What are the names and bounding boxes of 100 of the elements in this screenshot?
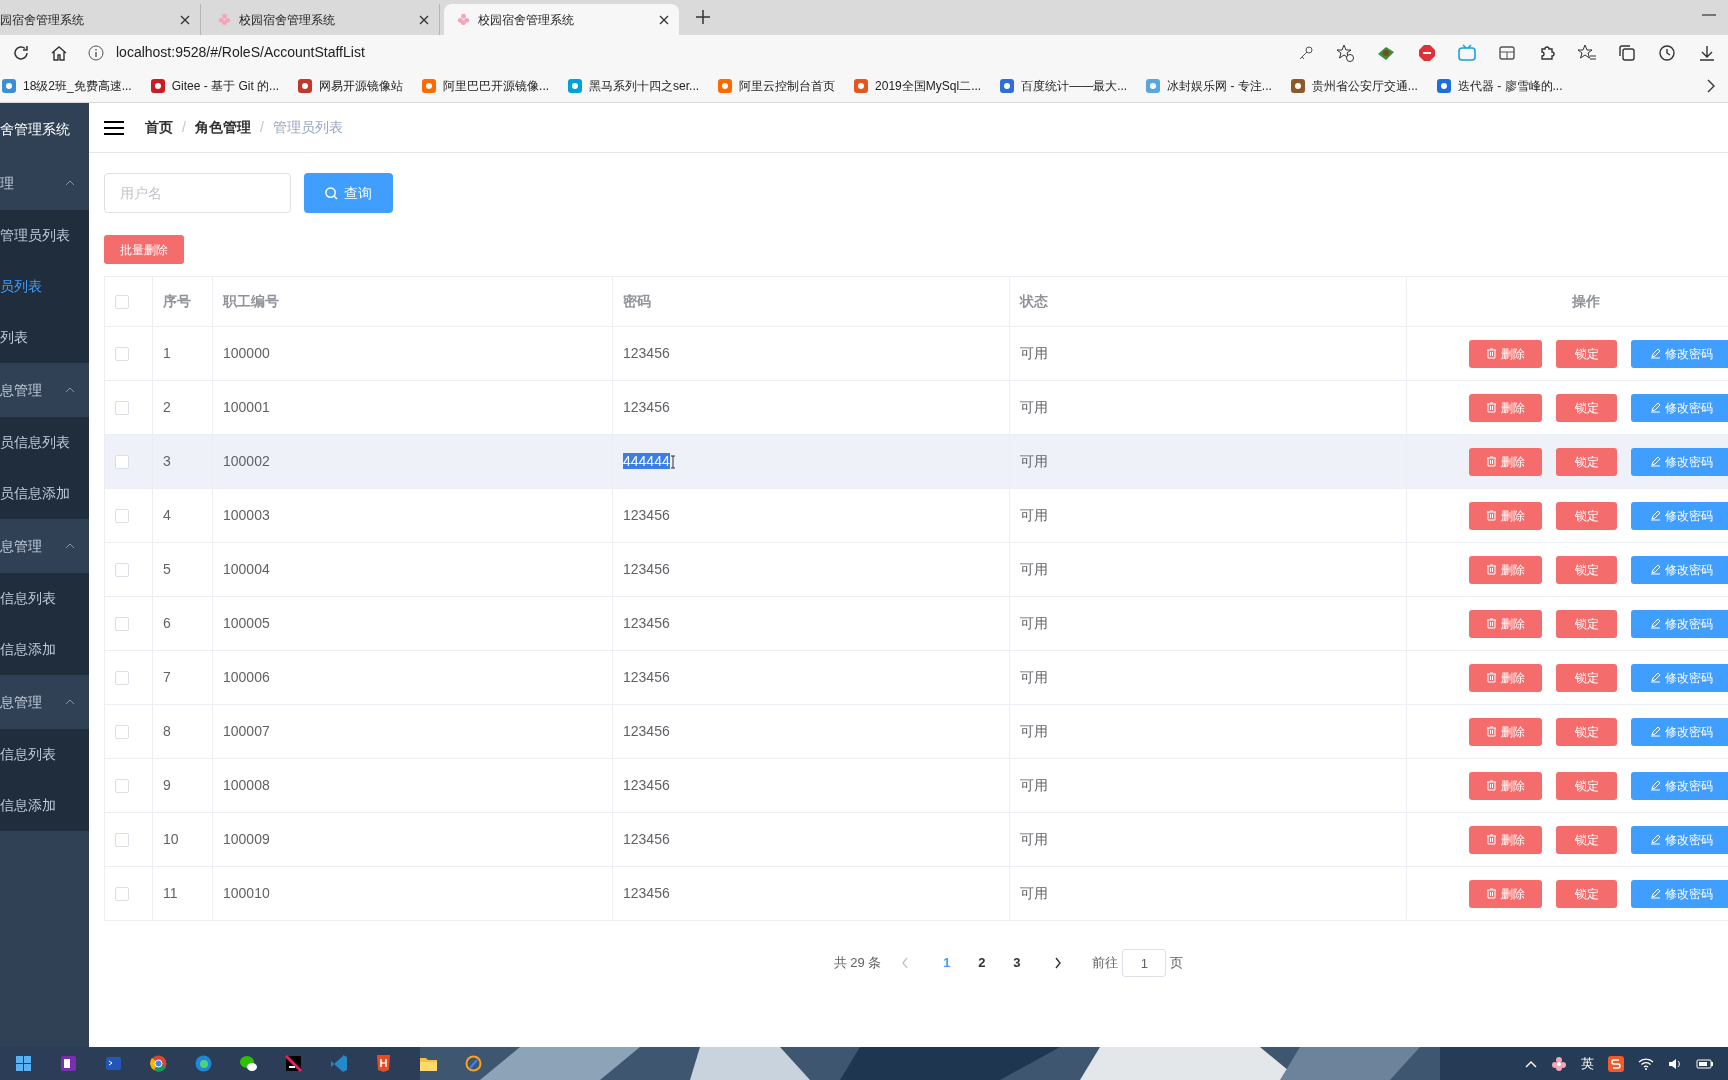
checkbox[interactable] xyxy=(115,455,129,470)
browser-tab[interactable]: 校园宿舍管理系统 xyxy=(444,4,679,35)
address-bar[interactable]: localhost:9528/#/RoleS/AccountStaffList xyxy=(116,42,365,63)
batch-delete-button[interactable]: 批量删除 xyxy=(104,235,184,264)
change-password-button[interactable]: 修改密码 xyxy=(1631,447,1728,476)
page-number[interactable]: 1 xyxy=(929,953,965,973)
lock-button[interactable]: 锁定 xyxy=(1556,879,1617,908)
menu-item[interactable]: 信息列表 xyxy=(0,729,89,780)
key-icon[interactable] xyxy=(1298,44,1314,61)
bookmark-link[interactable]: 迭代器 - 廖雪峰的... xyxy=(1436,77,1563,95)
bookmark-link[interactable]: Gitee - 基于 Git 的... xyxy=(150,77,280,95)
menu-item[interactable]: 员列表 xyxy=(0,261,89,312)
lock-button[interactable]: 锁定 xyxy=(1556,501,1617,530)
pen-tool-icon[interactable] xyxy=(464,1054,483,1073)
lock-button[interactable]: 锁定 xyxy=(1556,663,1617,692)
close-icon[interactable] xyxy=(659,14,669,25)
bookmark-link[interactable]: 2019全国MySql二... xyxy=(854,77,982,95)
checkbox[interactable] xyxy=(115,779,129,794)
checkbox[interactable] xyxy=(115,617,129,632)
checkbox[interactable] xyxy=(115,401,129,416)
change-password-button[interactable]: 修改密码 xyxy=(1631,663,1728,692)
change-password-button[interactable]: 修改密码 xyxy=(1631,825,1728,854)
checkbox[interactable] xyxy=(115,347,129,362)
checkbox[interactable] xyxy=(115,725,129,740)
code-editor-icon[interactable] xyxy=(329,1054,348,1073)
chevron-right-icon[interactable] xyxy=(1054,957,1063,969)
history-icon[interactable] xyxy=(1658,43,1676,62)
checkbox[interactable] xyxy=(115,833,129,848)
lock-button[interactable]: 锁定 xyxy=(1556,771,1617,800)
new-tab-icon[interactable] xyxy=(695,9,711,25)
menu-icon[interactable] xyxy=(104,119,124,136)
lock-button[interactable]: 锁定 xyxy=(1556,717,1617,746)
flower-icon[interactable] xyxy=(1551,1055,1567,1072)
checkbox[interactable] xyxy=(115,671,129,686)
notebook-icon[interactable] xyxy=(59,1054,78,1073)
star-add-icon[interactable] xyxy=(1336,43,1354,62)
bookmark-link[interactable]: 冰封娱乐网 - 专注... xyxy=(1146,77,1272,95)
change-password-button[interactable]: 修改密码 xyxy=(1631,501,1728,530)
change-password-button[interactable]: 修改密码 xyxy=(1631,609,1728,638)
delete-button[interactable]: 删除 xyxy=(1469,339,1542,368)
menu-item[interactable]: 信息添加 xyxy=(0,624,89,675)
checkbox[interactable] xyxy=(115,563,129,578)
download-icon[interactable] xyxy=(1698,43,1716,62)
builder-icon[interactable] xyxy=(374,1054,393,1073)
bookmark-link[interactable]: 贵州省公安厅交通... xyxy=(1290,77,1418,95)
change-password-button[interactable]: 修改密码 xyxy=(1631,879,1728,908)
menu-item[interactable]: 列表 xyxy=(0,312,89,363)
browser-icon[interactable] xyxy=(149,1054,168,1073)
chat-icon[interactable] xyxy=(239,1054,258,1073)
checkbox[interactable] xyxy=(115,887,129,902)
breadcrumb-link[interactable]: 首页 xyxy=(145,117,173,138)
speaker-icon[interactable] xyxy=(1668,1057,1682,1070)
chevron-right-icon[interactable] xyxy=(1706,79,1716,93)
browser-icon[interactable] xyxy=(194,1054,213,1073)
collections-icon[interactable] xyxy=(1618,43,1636,62)
delete-button[interactable]: 删除 xyxy=(1469,717,1542,746)
lock-button[interactable]: 锁定 xyxy=(1556,339,1617,368)
page-input[interactable]: 1 xyxy=(1122,949,1167,977)
change-password-button[interactable]: 修改密码 xyxy=(1631,771,1728,800)
lock-button[interactable]: 锁定 xyxy=(1556,393,1617,422)
wifi-icon[interactable] xyxy=(1638,1057,1654,1070)
bookmark-link[interactable]: 网易开源镜像站 xyxy=(298,77,404,95)
menu-item[interactable]: 员信息列表 xyxy=(0,417,89,468)
bookmark-link[interactable]: 18级2班_免费高速... xyxy=(2,77,132,95)
delete-button[interactable]: 删除 xyxy=(1469,825,1542,854)
close-icon[interactable] xyxy=(419,14,429,25)
breadcrumb-link[interactable]: 角色管理 xyxy=(194,117,251,138)
checkbox[interactable] xyxy=(115,509,129,524)
lock-button[interactable]: 锁定 xyxy=(1556,609,1617,638)
refresh-icon[interactable] xyxy=(12,43,30,62)
delete-button[interactable]: 删除 xyxy=(1469,609,1542,638)
menu-item[interactable]: 员信息添加 xyxy=(0,468,89,519)
delete-button[interactable]: 删除 xyxy=(1469,663,1542,692)
start-icon[interactable] xyxy=(14,1054,33,1073)
battery-icon[interactable] xyxy=(1696,1057,1714,1070)
delete-button[interactable]: 删除 xyxy=(1469,447,1542,476)
ide-icon[interactable] xyxy=(284,1054,303,1073)
delete-button[interactable]: 删除 xyxy=(1469,393,1542,422)
delete-button[interactable]: 删除 xyxy=(1469,771,1542,800)
menu-item[interactable]: 信息列表 xyxy=(0,573,89,624)
home-icon[interactable] xyxy=(50,43,68,62)
window-icon[interactable] xyxy=(1498,43,1516,62)
menu-item[interactable]: 管理员列表 xyxy=(0,210,89,261)
query-button[interactable]: 查询 xyxy=(304,173,393,213)
tv-icon[interactable] xyxy=(1458,43,1476,62)
delete-button[interactable]: 删除 xyxy=(1469,879,1542,908)
bookmark-link[interactable]: 阿里云控制台首页 xyxy=(718,77,836,95)
favorites-icon[interactable] xyxy=(1578,43,1596,62)
delete-button[interactable]: 删除 xyxy=(1469,501,1542,530)
bookmark-link[interactable]: 百度统计——最大... xyxy=(1000,77,1128,95)
bookmark-link[interactable]: 黑马系列十四之ser... xyxy=(568,77,700,95)
page-number[interactable]: 2 xyxy=(964,953,1000,973)
delete-button[interactable]: 删除 xyxy=(1469,555,1542,584)
page-number[interactable]: 3 xyxy=(999,953,1035,973)
lock-button[interactable]: 锁定 xyxy=(1556,447,1617,476)
username-field[interactable]: 用户名 xyxy=(104,173,291,213)
adblock-icon[interactable] xyxy=(1418,43,1436,62)
terminal-icon[interactable] xyxy=(104,1054,123,1073)
lock-button[interactable]: 锁定 xyxy=(1556,825,1617,854)
checkbox[interactable] xyxy=(115,295,129,310)
